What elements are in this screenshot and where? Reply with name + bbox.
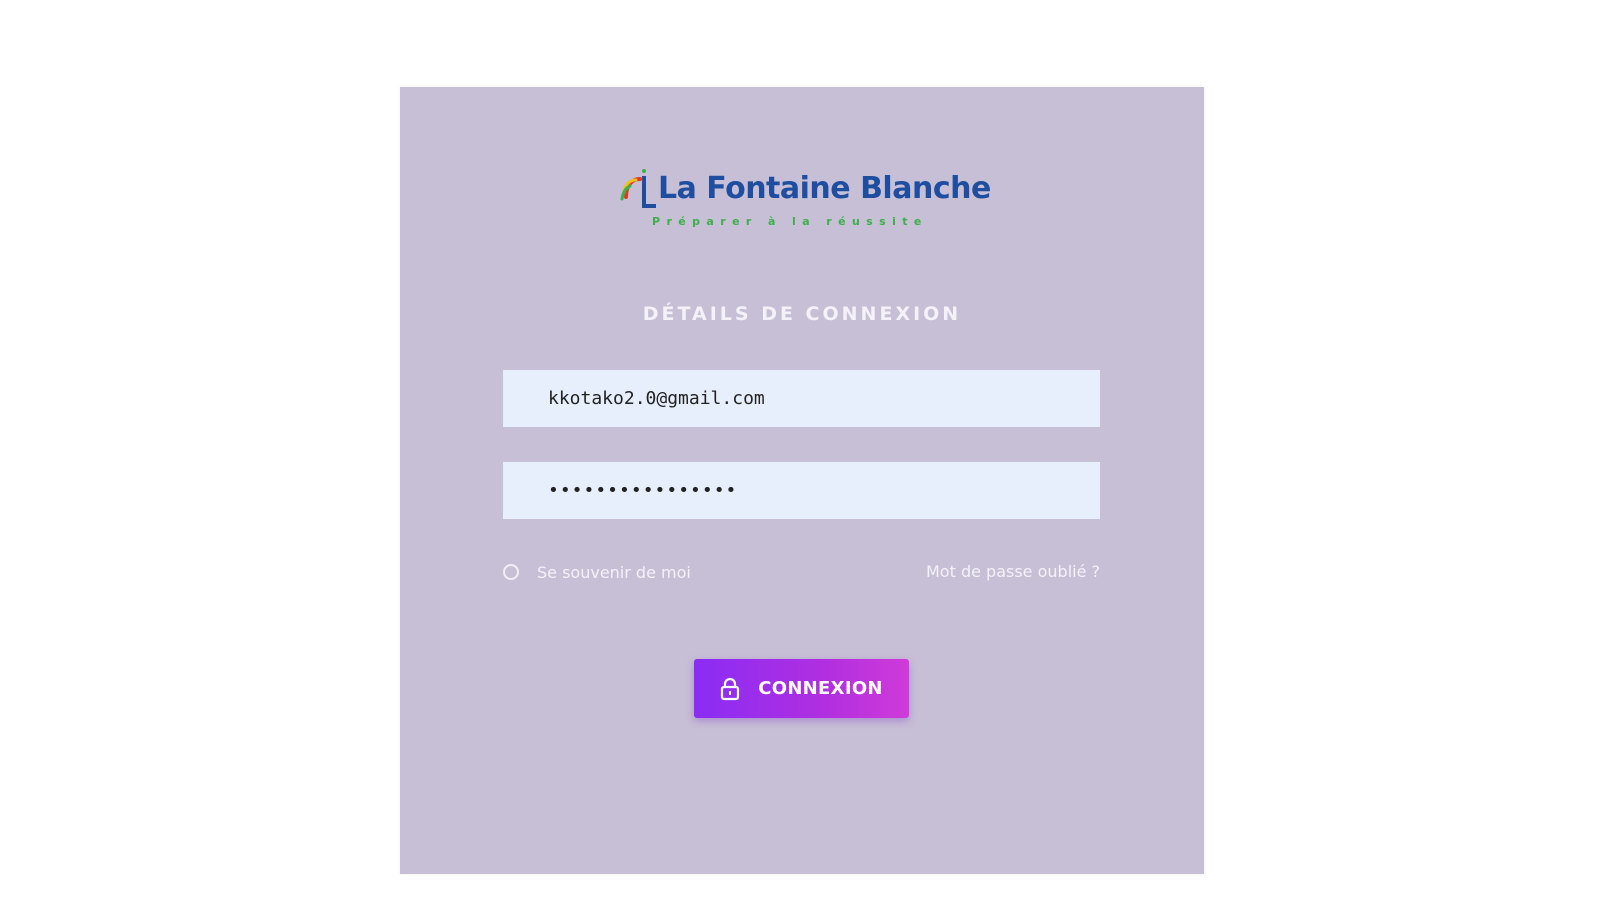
remember-me-radio[interactable] <box>503 564 519 580</box>
remember-me[interactable]: Se souvenir de moi <box>503 561 691 583</box>
brand-logo: La Fontaine Blanche Préparer à la réussi… <box>620 165 991 235</box>
password-field[interactable] <box>503 462 1100 519</box>
email-field[interactable] <box>503 370 1100 427</box>
login-card: La Fontaine Blanche Préparer à la réussi… <box>400 87 1204 874</box>
logo-mark-icon <box>620 169 656 208</box>
login-button[interactable]: CONNEXION <box>694 659 909 718</box>
remember-me-label: Se souvenir de moi <box>537 562 691 582</box>
login-title: DÉTAILS DE CONNEXION <box>642 303 962 325</box>
login-button-label: CONNEXION <box>758 678 883 699</box>
brand-name: La Fontaine Blanche <box>658 171 991 206</box>
lock-icon <box>721 677 740 700</box>
brand-tagline: Préparer à la réussite <box>652 215 928 228</box>
forgot-password-link[interactable]: Mot de passe oublié ? <box>926 561 1100 583</box>
